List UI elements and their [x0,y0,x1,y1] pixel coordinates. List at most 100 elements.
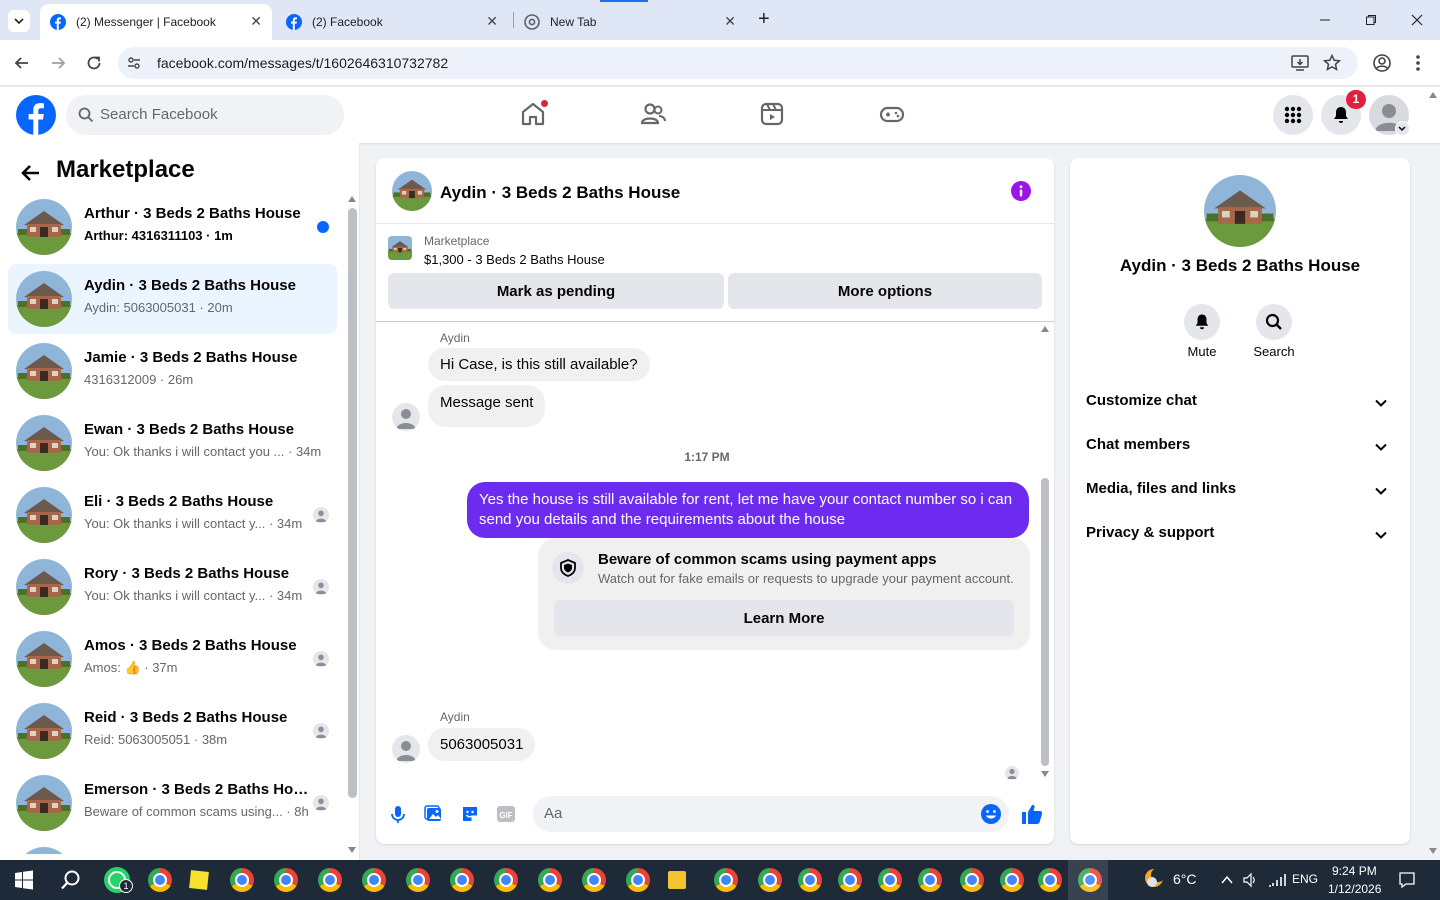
customize-chat-section[interactable]: Customize chat [1086,392,1396,416]
browser-menu-icon[interactable] [1410,53,1426,73]
chat-members-section[interactable]: Chat members [1086,436,1396,460]
photo-icon[interactable] [424,804,444,824]
left-scroll-down-icon[interactable] [348,847,356,853]
sticky-notes-icon[interactable] [189,870,209,890]
listing-detail[interactable]: $1,300 - 3 Beds 2 Baths House [424,252,605,267]
left-scroll-up-icon[interactable] [348,196,356,202]
chrome-taskbar-icon[interactable] [148,868,172,892]
media-files-links-section[interactable]: Media, files and links [1086,480,1396,504]
chrome-taskbar-icon[interactable] [878,868,902,892]
notification-center-icon[interactable] [1398,871,1416,889]
gif-icon[interactable]: GIF [496,804,516,824]
chat-title[interactable]: Aydin · 3 Beds 2 Baths House [440,183,680,203]
minimize-icon[interactable] [1313,8,1337,32]
page-scroll-down-icon[interactable] [1429,848,1437,854]
chrome-taskbar-icon[interactable] [582,868,606,892]
conversation-item[interactable]: Ewan · 3 Beds 2 Baths House You: Ok thank… [8,408,337,478]
chat-scrollbar-thumb[interactable] [1041,478,1049,766]
contact-avatar[interactable] [1204,175,1276,247]
url-text[interactable]: facebook.com/messages/t/1602646310732782 [157,55,448,71]
back-arrow-icon[interactable] [12,53,32,73]
conversation-item[interactable]: Aydin · 3 Beds 2 Baths House Aydin: 50630… [8,264,337,334]
facebook-logo-icon[interactable] [16,95,56,135]
reload-icon[interactable] [84,53,104,73]
message-input[interactable]: Aa [533,796,1009,832]
weather-temp[interactable]: 6°C [1173,871,1197,887]
clock-time[interactable]: 9:24 PM [1332,864,1377,878]
search-button[interactable] [1256,304,1292,340]
message-bubble[interactable]: Hi Case, is this still available? [428,348,650,381]
emoji-icon[interactable] [980,803,1002,825]
chrome-taskbar-icon[interactable] [318,868,342,892]
message-bubble[interactable]: Message sent [428,385,546,427]
chat-scroll-up-icon[interactable] [1041,326,1049,332]
facebook-search-input[interactable]: Search Facebook [66,95,344,135]
chrome-taskbar-icon[interactable] [960,868,984,892]
chrome-taskbar-icon[interactable] [450,868,474,892]
install-app-icon[interactable] [1290,53,1310,73]
friends-icon[interactable] [639,100,667,128]
thumbs-up-icon[interactable] [1020,802,1044,826]
privacy-support-section[interactable]: Privacy & support [1086,524,1396,548]
conversation-item[interactable]: Arthur · 3 Beds 2 Baths House Arthur: 431… [8,192,337,262]
sender-avatar[interactable] [392,403,420,431]
chat-scroll-down-icon[interactable] [1041,771,1049,777]
info-icon[interactable] [1011,181,1031,201]
file-explorer-icon[interactable] [668,871,686,889]
tab-close-icon[interactable]: ✕ [486,13,498,30]
tab-messenger[interactable]: (2) Messenger | Facebook ✕ [40,4,272,40]
chrome-taskbar-icon[interactable] [798,868,822,892]
conversation-item[interactable]: Jamie · 3 Beds 2 Baths House 4316312009 ·… [8,336,337,406]
conversation-item[interactable]: Reid · 3 Beds 2 Baths House Reid: 5063005… [8,696,337,766]
maximize-icon[interactable] [1359,8,1383,32]
message-bubble[interactable]: 5063005031 [428,728,536,761]
chrome-taskbar-icon[interactable] [838,868,862,892]
back-arrow-icon[interactable] [20,162,42,184]
account-chevron-icon[interactable] [1395,121,1410,136]
chrome-taskbar-icon[interactable] [538,868,562,892]
chrome-taskbar-icon[interactable] [758,868,782,892]
chrome-taskbar-icon[interactable] [714,868,738,892]
chrome-taskbar-icon[interactable] [362,868,386,892]
tab-facebook[interactable]: (2) Facebook ✕ [276,4,508,40]
site-info-icon[interactable] [126,55,142,71]
conversation-item[interactable]: Amos · 3 Beds 2 Baths House Amos: 👍 · 37m [8,624,337,694]
left-scrollbar-thumb[interactable] [348,208,357,798]
mark-as-pending-button[interactable]: Mark as pending [388,273,724,309]
listing-thumbnail[interactable] [388,236,412,260]
conversation-item[interactable]: Emerson · 3 Beds 2 Baths Hou... Beware of… [8,768,337,838]
conversation-item-partial[interactable] [8,840,337,854]
chrome-taskbar-icon[interactable] [494,868,518,892]
tab-new-tab[interactable]: New Tab ✕ [514,4,746,40]
more-options-button[interactable]: More options [728,273,1042,309]
chrome-taskbar-icon[interactable] [230,868,254,892]
chrome-taskbar-icon[interactable] [1000,868,1024,892]
watch-video-icon[interactable] [758,100,786,128]
menu-grid-button[interactable] [1273,95,1313,135]
tab-search-dropdown-icon[interactable] [8,10,30,32]
tab-close-icon[interactable]: ✕ [250,13,262,30]
chrome-taskbar-icon[interactable] [918,868,942,892]
chat-avatar[interactable] [392,171,432,211]
microphone-icon[interactable] [388,804,408,824]
sender-avatar[interactable] [392,735,420,763]
taskbar-search-icon[interactable] [60,869,82,891]
new-tab-plus-icon[interactable]: + [758,8,770,31]
chrome-taskbar-icon[interactable] [274,868,298,892]
bookmark-star-icon[interactable] [1322,53,1342,73]
profile-icon[interactable] [1372,53,1392,73]
conversation-item[interactable]: Eli · 3 Beds 2 Baths House You: Ok thanks… [8,480,337,550]
network-icon[interactable] [1268,872,1286,888]
my-message-bubble[interactable]: Yes the house is still available for ren… [467,482,1029,538]
learn-more-button[interactable]: Learn More [554,600,1014,636]
weather-icon[interactable] [1142,866,1166,890]
page-scroll-up-icon[interactable] [1429,92,1437,98]
conversation-item[interactable]: Rory · 3 Beds 2 Baths House You: Ok thank… [8,552,337,622]
mute-button[interactable] [1184,304,1220,340]
forward-arrow-icon[interactable] [48,53,68,73]
tray-chevron-up-icon[interactable] [1220,874,1234,886]
chrome-taskbar-icon[interactable] [1038,868,1062,892]
tab-close-icon[interactable]: ✕ [724,13,736,30]
sticker-icon[interactable] [460,804,480,824]
language-indicator[interactable]: ENG [1292,872,1318,886]
